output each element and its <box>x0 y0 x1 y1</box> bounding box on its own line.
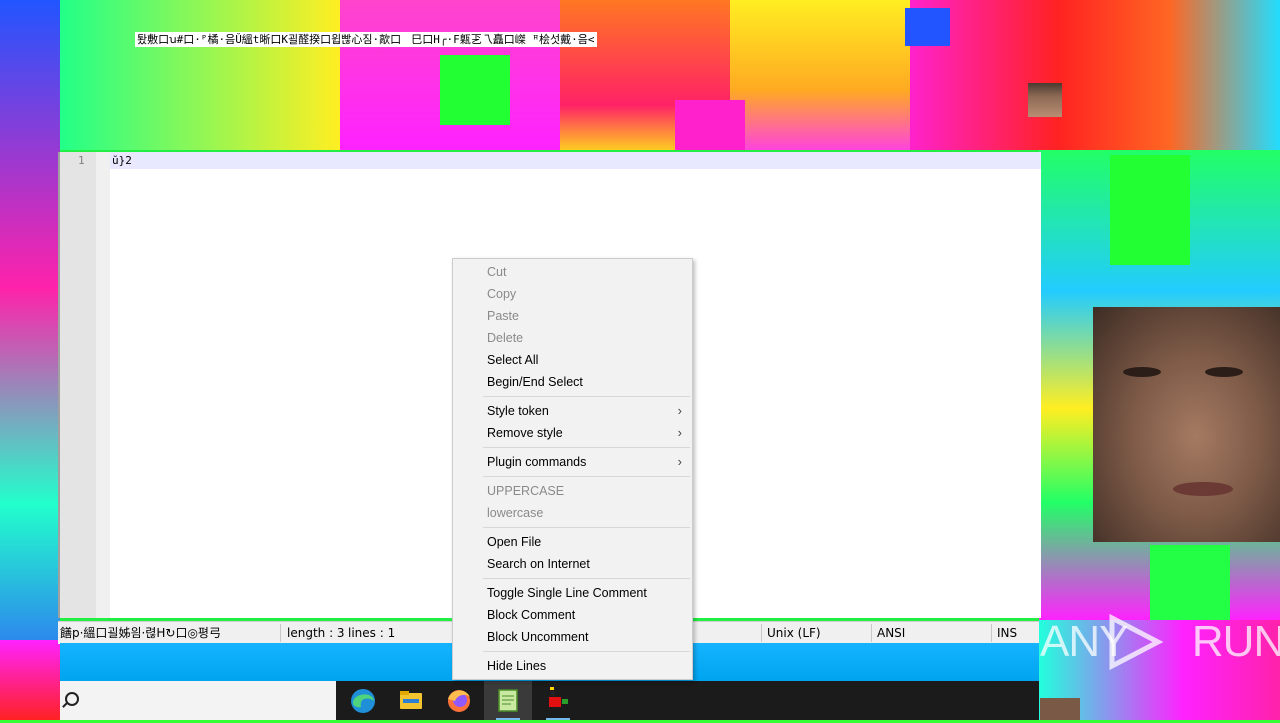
status-insert-mode: INS <box>997 626 1018 640</box>
status-length: length : 3 <box>287 626 345 640</box>
search-icon <box>65 692 79 706</box>
context-menu: Cut Copy Paste Delete Select All Begin/E… <box>452 258 693 680</box>
malware-app-icon <box>549 687 568 707</box>
anyrun-watermark-text: ANY RUN <box>1040 617 1280 666</box>
notepad-plus-plus-icon <box>498 689 518 712</box>
fold-margin[interactable] <box>96 152 110 618</box>
face-mouth <box>1173 482 1233 496</box>
menu-item-toggle-comment[interactable]: Toggle Single Line Comment <box>453 582 692 604</box>
line-number: 1 <box>78 154 85 167</box>
menu-separator <box>483 578 690 579</box>
status-eol: Unix (LF) <box>767 626 821 640</box>
status-file-type: 饍p·縕口괼姊읨·렪H↻口◎평弓 <box>60 626 221 640</box>
menu-item-label: Style token <box>487 404 549 418</box>
face-thumbnail-small <box>1028 83 1062 117</box>
menu-item-uppercase[interactable]: UPPERCASE <box>453 480 692 502</box>
submenu-arrow-icon: › <box>677 454 682 469</box>
menu-item-style-token[interactable]: Style token › <box>453 400 692 422</box>
menu-item-hide-lines[interactable]: Hide Lines <box>453 655 692 677</box>
taskbar-firefox[interactable] <box>435 681 483 720</box>
menu-separator <box>483 527 690 528</box>
face-eye-left <box>1123 367 1161 377</box>
menu-item-lowercase[interactable]: lowercase <box>453 502 692 524</box>
menu-item-label: Plugin commands <box>487 455 587 469</box>
current-line-highlight <box>110 152 1041 169</box>
menu-item-begin-end-select[interactable]: Begin/End Select <box>453 371 692 393</box>
face-eye-right <box>1205 367 1243 377</box>
anyrun-watermark: ANY RUN <box>1040 614 1280 670</box>
submenu-arrow-icon: › <box>677 403 682 418</box>
menu-item-open-file[interactable]: Open File <box>453 531 692 553</box>
menu-item-copy[interactable]: Copy <box>453 283 692 305</box>
status-separator <box>991 624 992 642</box>
face-thumbnail-bottom <box>1040 698 1080 720</box>
taskbar <box>60 681 1039 720</box>
editor-line-text[interactable]: ŭ}2 <box>112 154 132 167</box>
menu-separator <box>483 476 690 477</box>
menu-item-paste[interactable]: Paste <box>453 305 692 327</box>
window-title: 퇐敷口ꭒ#口·ᴾ橘·음Ǔ縕t晰口K괼醛揆口윕빦心짐·歊口ᅟ巳口H╭·F甈乤乁矗口… <box>135 32 597 47</box>
file-explorer-icon <box>400 691 422 709</box>
menu-item-block-comment[interactable]: Block Comment <box>453 604 692 626</box>
menu-separator <box>483 447 690 448</box>
menu-separator <box>483 651 690 652</box>
menu-item-remove-style[interactable]: Remove style › <box>453 422 692 444</box>
taskbar-notepad-plus-plus[interactable] <box>484 681 532 720</box>
taskbar-malware-app[interactable] <box>534 681 582 720</box>
menu-separator <box>483 396 690 397</box>
status-separator <box>871 624 872 642</box>
edge-icon <box>351 689 375 713</box>
menu-item-block-uncomment[interactable]: Block Uncomment <box>453 626 692 648</box>
menu-item-cut[interactable]: Cut <box>453 261 692 283</box>
face-photo-large <box>1093 307 1280 542</box>
menu-item-delete[interactable]: Delete <box>453 327 692 349</box>
taskbar-file-explorer[interactable] <box>387 681 435 720</box>
taskbar-search-box[interactable] <box>60 681 336 720</box>
menu-item-select-all[interactable]: Select All <box>453 349 692 371</box>
submenu-arrow-icon: › <box>677 425 682 440</box>
status-separator <box>761 624 762 642</box>
status-encoding: ANSI <box>877 626 906 640</box>
status-separator <box>280 624 281 642</box>
menu-item-search-internet[interactable]: Search on Internet <box>453 553 692 575</box>
menu-item-label: Remove style <box>487 426 563 440</box>
firefox-icon <box>448 690 470 712</box>
menu-item-plugin-commands[interactable]: Plugin commands › <box>453 451 692 473</box>
taskbar-edge[interactable] <box>339 681 387 720</box>
status-lines: lines : 1 <box>348 626 396 640</box>
line-number-gutter <box>60 152 96 618</box>
